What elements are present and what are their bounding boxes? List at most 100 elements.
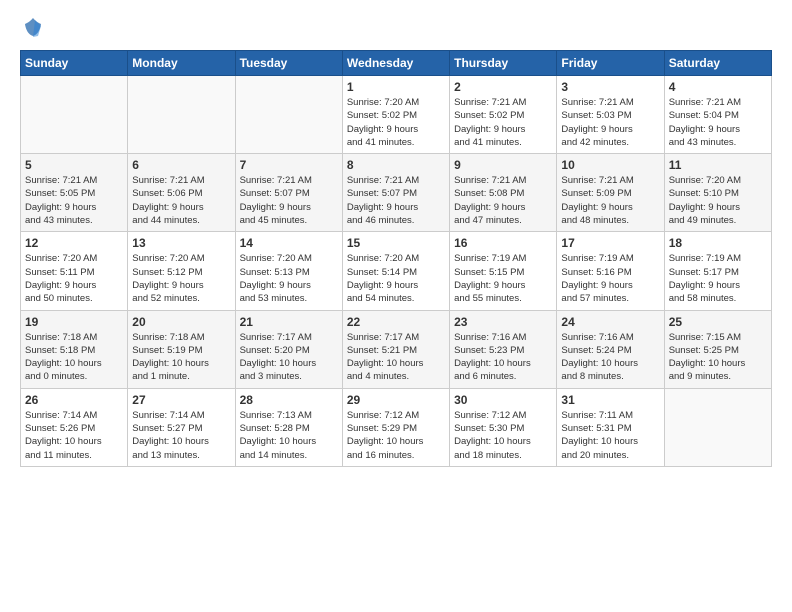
day-info: Sunrise: 7:21 AM Sunset: 5:05 PM Dayligh… [25,174,123,227]
calendar-cell: 7Sunrise: 7:21 AM Sunset: 5:07 PM Daylig… [235,154,342,232]
calendar-cell: 18 Sunrise: 7:19 AM Sunset: 5:17 PM Dayli… [664,232,771,310]
day-number: 25 [669,315,767,329]
day-info: Sunrise: 7:21 AM Sunset: 5:06 PM Dayligh… [132,174,230,227]
day-info: Sunrise: 7:17 AM Sunset: 5:20 PM Dayligh… [240,331,338,384]
day-number: 17 [561,236,659,250]
day-number: 19 [25,315,123,329]
calendar-cell [235,76,342,154]
calendar-cell: 31 Sunrise: 7:11 AM Sunset: 5:31 PM Dayli… [557,388,664,466]
weekday-header: Monday [128,51,235,76]
day-info: Sunrise: 7:18 AM Sunset: 5:19 PM Dayligh… [132,331,230,384]
day-number: 4 [669,80,767,94]
day-number: 13 [132,236,230,250]
day-number: 10 [561,158,659,172]
weekday-header: Friday [557,51,664,76]
calendar-cell: 12 Sunrise: 7:20 AM Sunset: 5:11 PM Dayli… [21,232,128,310]
weekday-header: Sunday [21,51,128,76]
day-number: 3 [561,80,659,94]
calendar: SundayMondayTuesdayWednesdayThursdayFrid… [20,50,772,467]
day-info: Sunrise: 7:14 AM Sunset: 5:27 PM Dayligh… [132,409,230,462]
calendar-cell: 26Sunrise: 7:14 AM Sunset: 5:26 PM Dayli… [21,388,128,466]
day-number: 22 [347,315,445,329]
calendar-cell [21,76,128,154]
calendar-cell: 20 Sunrise: 7:18 AM Sunset: 5:19 PM Dayli… [128,310,235,388]
weekday-header: Saturday [664,51,771,76]
day-info: Sunrise: 7:19 AM Sunset: 5:16 PM Dayligh… [561,252,659,305]
day-info: Sunrise: 7:21 AM Sunset: 5:03 PM Dayligh… [561,96,659,149]
day-number: 29 [347,393,445,407]
day-number: 2 [454,80,552,94]
calendar-cell: 3 Sunrise: 7:21 AM Sunset: 5:03 PM Daylig… [557,76,664,154]
day-info: Sunrise: 7:19 AM Sunset: 5:15 PM Dayligh… [454,252,552,305]
day-number: 31 [561,393,659,407]
weekday-header: Tuesday [235,51,342,76]
calendar-week-row: 26Sunrise: 7:14 AM Sunset: 5:26 PM Dayli… [21,388,772,466]
day-info: Sunrise: 7:19 AM Sunset: 5:17 PM Dayligh… [669,252,767,305]
calendar-cell: 22Sunrise: 7:17 AM Sunset: 5:21 PM Dayli… [342,310,449,388]
day-number: 8 [347,158,445,172]
calendar-cell: 25 Sunrise: 7:15 AM Sunset: 5:25 PM Dayli… [664,310,771,388]
day-info: Sunrise: 7:20 AM Sunset: 5:11 PM Dayligh… [25,252,123,305]
day-info: Sunrise: 7:21 AM Sunset: 5:08 PM Dayligh… [454,174,552,227]
day-number: 14 [240,236,338,250]
day-info: Sunrise: 7:18 AM Sunset: 5:18 PM Dayligh… [25,331,123,384]
logo-icon [22,16,44,38]
calendar-cell: 6 Sunrise: 7:21 AM Sunset: 5:06 PM Daylig… [128,154,235,232]
calendar-cell: 9Sunrise: 7:21 AM Sunset: 5:08 PM Daylig… [450,154,557,232]
calendar-cell: 1 Sunrise: 7:20 AM Sunset: 5:02 PM Daylig… [342,76,449,154]
calendar-cell: 13Sunrise: 7:20 AM Sunset: 5:12 PM Dayli… [128,232,235,310]
day-info: Sunrise: 7:13 AM Sunset: 5:28 PM Dayligh… [240,409,338,462]
day-number: 7 [240,158,338,172]
day-info: Sunrise: 7:15 AM Sunset: 5:25 PM Dayligh… [669,331,767,384]
day-info: Sunrise: 7:20 AM Sunset: 5:10 PM Dayligh… [669,174,767,227]
calendar-cell: 4 Sunrise: 7:21 AM Sunset: 5:04 PM Daylig… [664,76,771,154]
calendar-cell: 10 Sunrise: 7:21 AM Sunset: 5:09 PM Dayli… [557,154,664,232]
calendar-cell: 15 Sunrise: 7:20 AM Sunset: 5:14 PM Dayli… [342,232,449,310]
day-number: 11 [669,158,767,172]
day-number: 5 [25,158,123,172]
weekday-header-row: SundayMondayTuesdayWednesdayThursdayFrid… [21,51,772,76]
weekday-header: Wednesday [342,51,449,76]
day-number: 12 [25,236,123,250]
logo [20,16,44,38]
calendar-cell: 24 Sunrise: 7:16 AM Sunset: 5:24 PM Dayli… [557,310,664,388]
calendar-cell: 28Sunrise: 7:13 AM Sunset: 5:28 PM Dayli… [235,388,342,466]
calendar-cell: 2 Sunrise: 7:21 AM Sunset: 5:02 PM Daylig… [450,76,557,154]
day-number: 20 [132,315,230,329]
day-number: 23 [454,315,552,329]
day-info: Sunrise: 7:16 AM Sunset: 5:24 PM Dayligh… [561,331,659,384]
calendar-cell: 21 Sunrise: 7:17 AM Sunset: 5:20 PM Dayli… [235,310,342,388]
day-number: 15 [347,236,445,250]
weekday-header: Thursday [450,51,557,76]
calendar-cell: 8 Sunrise: 7:21 AM Sunset: 5:07 PM Daylig… [342,154,449,232]
day-info: Sunrise: 7:14 AM Sunset: 5:26 PM Dayligh… [25,409,123,462]
day-info: Sunrise: 7:20 AM Sunset: 5:14 PM Dayligh… [347,252,445,305]
calendar-week-row: 1 Sunrise: 7:20 AM Sunset: 5:02 PM Daylig… [21,76,772,154]
day-number: 24 [561,315,659,329]
calendar-week-row: 12 Sunrise: 7:20 AM Sunset: 5:11 PM Dayli… [21,232,772,310]
page: SundayMondayTuesdayWednesdayThursdayFrid… [0,0,792,612]
day-number: 27 [132,393,230,407]
calendar-cell: 29Sunrise: 7:12 AM Sunset: 5:29 PM Dayli… [342,388,449,466]
day-info: Sunrise: 7:16 AM Sunset: 5:23 PM Dayligh… [454,331,552,384]
day-info: Sunrise: 7:21 AM Sunset: 5:09 PM Dayligh… [561,174,659,227]
day-number: 30 [454,393,552,407]
day-number: 1 [347,80,445,94]
calendar-cell: 27 Sunrise: 7:14 AM Sunset: 5:27 PM Dayli… [128,388,235,466]
calendar-week-row: 19 Sunrise: 7:18 AM Sunset: 5:18 PM Dayli… [21,310,772,388]
day-number: 18 [669,236,767,250]
day-number: 21 [240,315,338,329]
day-info: Sunrise: 7:21 AM Sunset: 5:04 PM Dayligh… [669,96,767,149]
calendar-cell: 30 Sunrise: 7:12 AM Sunset: 5:30 PM Dayli… [450,388,557,466]
day-info: Sunrise: 7:20 AM Sunset: 5:02 PM Dayligh… [347,96,445,149]
calendar-cell: 19 Sunrise: 7:18 AM Sunset: 5:18 PM Dayli… [21,310,128,388]
day-number: 6 [132,158,230,172]
day-info: Sunrise: 7:21 AM Sunset: 5:07 PM Dayligh… [347,174,445,227]
calendar-cell: 5 Sunrise: 7:21 AM Sunset: 5:05 PM Daylig… [21,154,128,232]
day-number: 16 [454,236,552,250]
day-info: Sunrise: 7:11 AM Sunset: 5:31 PM Dayligh… [561,409,659,462]
day-info: Sunrise: 7:12 AM Sunset: 5:30 PM Dayligh… [454,409,552,462]
calendar-cell: 17 Sunrise: 7:19 AM Sunset: 5:16 PM Dayli… [557,232,664,310]
day-info: Sunrise: 7:21 AM Sunset: 5:02 PM Dayligh… [454,96,552,149]
calendar-cell [664,388,771,466]
